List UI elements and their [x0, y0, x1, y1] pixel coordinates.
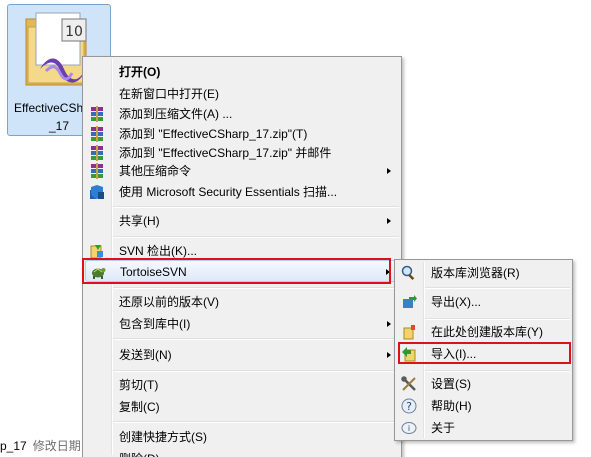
import-icon [402, 347, 416, 362]
menu-separator [113, 206, 399, 208]
submenu-arrow-icon [387, 168, 391, 174]
menu-item-send-to[interactable]: 发送到(N) [85, 344, 399, 366]
menu-item-open[interactable]: 打开(O) [85, 61, 399, 83]
menu-item-other-compress[interactable]: 其他压缩命令 [85, 160, 399, 182]
menu-item-delete[interactable]: 删除(D) [85, 448, 399, 457]
winrar-icon [91, 163, 103, 179]
winrar-icon [91, 106, 103, 122]
submenu-item-create-repo[interactable]: 在此处创建版本库(Y) [397, 321, 570, 343]
menu-separator [113, 287, 399, 289]
menu-separator [113, 338, 399, 340]
menu-item-restore-versions[interactable]: 还原以前的版本(V) [85, 291, 399, 313]
repo-browser-icon [401, 265, 415, 281]
svg-text:10: 10 [65, 24, 83, 40]
svn-checkout-icon [90, 245, 103, 259]
menu-item-svn-checkout[interactable]: SVN 检出(K)... [85, 240, 399, 262]
create-repo-icon [403, 325, 415, 340]
desktop: 10 EffectiveCSh _17 p_17 修改日期 打开(O) 在新窗口中… [0, 0, 591, 457]
menu-separator [113, 370, 399, 372]
menu-item-share[interactable]: 共享(H) [85, 210, 399, 232]
menu-item-tortoisesvn[interactable]: TortoiseSVN [85, 260, 399, 282]
menu-item-create-shortcut[interactable]: 创建快捷方式(S) [85, 426, 399, 448]
export-icon [403, 295, 417, 308]
submenu-arrow-icon [387, 352, 391, 358]
menu-separator [425, 287, 570, 289]
submenu-item-export[interactable]: 导出(X)... [397, 291, 570, 313]
winrar-icon [91, 145, 103, 161]
about-icon: i [401, 422, 417, 434]
help-icon: ? [401, 398, 417, 414]
menu-separator [425, 370, 570, 372]
context-menu: 打开(O) 在新窗口中打开(E) 添加到压缩文件(A) ... 添加到 "Eff… [82, 56, 402, 457]
submenu-item-help[interactable]: ? 帮助(H) [397, 395, 570, 417]
tortoisesvn-submenu: 版本库浏览器(R) 导出(X)... 在此处创建版本库(Y) 导入(I)... … [394, 259, 573, 441]
winrar-icon [91, 126, 103, 142]
menu-item-open-new-window[interactable]: 在新窗口中打开(E) [85, 83, 399, 105]
details-filename: p_17 [0, 439, 27, 453]
menu-item-mse-scan[interactable]: 使用 Microsoft Security Essentials 扫描... [85, 181, 399, 203]
submenu-item-import[interactable]: 导入(I)... [397, 343, 570, 365]
menu-item-include-library[interactable]: 包含到库中(I) [85, 313, 399, 335]
menu-item-copy[interactable]: 复制(C) [85, 396, 399, 418]
tortoise-icon [92, 268, 106, 279]
menu-separator [425, 318, 570, 320]
menu-separator [113, 421, 399, 423]
details-label: 修改日期 [32, 439, 81, 453]
submenu-arrow-icon [386, 269, 390, 275]
submenu-arrow-icon [387, 218, 391, 224]
menu-item-cut[interactable]: 剪切(T) [85, 374, 399, 396]
svg-text:i: i [408, 424, 410, 433]
submenu-item-repo-browser[interactable]: 版本库浏览器(R) [397, 262, 570, 284]
settings-tools-icon [401, 376, 416, 391]
menu-item-add-to-archive[interactable]: 添加到压缩文件(A) ... [85, 103, 399, 125]
svg-text:?: ? [406, 400, 412, 413]
menu-separator [113, 236, 399, 238]
mse-shield-icon [90, 185, 104, 199]
submenu-item-settings[interactable]: 设置(S) [397, 373, 570, 395]
submenu-arrow-icon [387, 321, 391, 327]
submenu-item-about[interactable]: i 关于 [397, 417, 570, 439]
